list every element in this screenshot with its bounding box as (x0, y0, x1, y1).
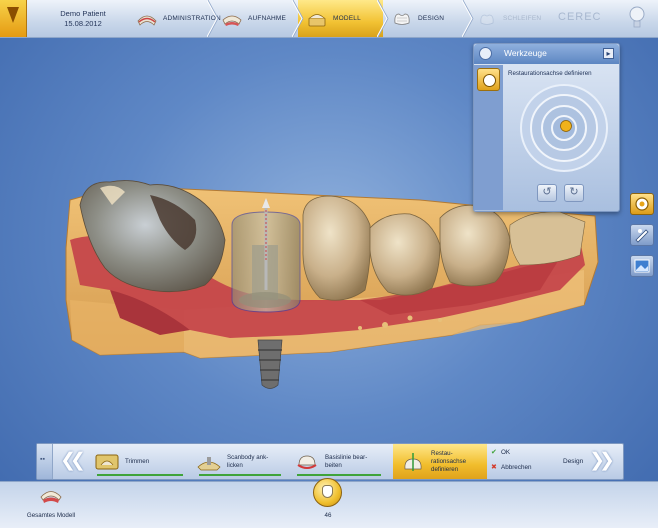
tab-separator (207, 0, 219, 37)
check-icon: ✔ (491, 449, 497, 456)
ok-label: OK (501, 449, 511, 456)
model-icon (308, 13, 326, 26)
tab-separator (292, 0, 304, 37)
rotate-right-button[interactable]: ↻ (564, 184, 584, 202)
rotate-left-button[interactable]: ↺ (537, 184, 557, 202)
previous-step-button[interactable]: ❮❮ (57, 450, 86, 472)
crown-design-icon (394, 13, 410, 25)
step-basislinie-bearbeiten[interactable]: Basislinie bear-beiten (293, 444, 385, 479)
tab-design[interactable]: DESIGN (383, 0, 474, 37)
tab-aufnahme-label: AUFNAHME (248, 15, 287, 22)
tools-toggle-button[interactable] (630, 193, 654, 215)
full-model-label: Gesamtes Modell (26, 512, 76, 519)
step-bar: ▪▪ ❮❮ Trimmen Scanbody ank-licken Basisl… (36, 443, 624, 480)
exit-button[interactable] (0, 0, 27, 37)
jaw-icon (137, 15, 157, 26)
tab-administration[interactable]: ADMINISTRATION (128, 0, 221, 37)
baseline-icon (297, 455, 317, 469)
axis-tool-icon (483, 74, 496, 87)
step-complete-indicator (297, 474, 381, 476)
lightbulb-icon[interactable] (628, 4, 646, 32)
restoration-axis-icon (404, 452, 422, 471)
step-actions: ✔ OK ✖ Abbrechen (487, 444, 535, 479)
full-model-icon[interactable] (39, 485, 63, 505)
patient-name: Demo Patient (60, 9, 106, 18)
collapse-panel-button[interactable]: ▸ (603, 48, 614, 59)
premolar-tooth-1 (302, 195, 371, 301)
patient-date: 15.08.2012 (64, 19, 102, 28)
tab-aufnahme[interactable]: AUFNAHME (213, 0, 304, 37)
tab-separator (462, 0, 474, 37)
step-complete-indicator (199, 474, 281, 476)
step-menu-button[interactable]: ▪▪ (37, 444, 53, 479)
gear-icon (635, 197, 649, 211)
molar-tooth-2 (439, 204, 511, 287)
scanbody-click-icon (197, 456, 221, 470)
step-trimmen-label: Trimmen (125, 457, 150, 465)
axis-rotation-dial[interactable] (519, 83, 609, 173)
view-options-button[interactable] (630, 224, 654, 246)
step-scanbody-anklicken[interactable]: Scanbody ank-licken (195, 444, 285, 479)
view-icon (635, 229, 649, 243)
step-scanbody-label: Scanbody ank-licken (227, 453, 269, 469)
scan-jaw-icon (222, 15, 242, 26)
image-icon (634, 259, 650, 273)
tab-schleifen[interactable]: SCHLEIFEN (468, 0, 553, 37)
premolar-tooth-2 (369, 213, 441, 296)
step-trimmen[interactable]: Trimmen (93, 444, 187, 479)
cancel-label: Abbrechen (501, 464, 532, 471)
patient-info[interactable]: Demo Patient 15.08.2012 (48, 9, 118, 29)
step-basislinie-label: Basislinie bear-beiten (325, 453, 368, 469)
tool-description: Restaurationsachse definieren (508, 70, 592, 77)
ok-button[interactable]: ✔ OK (491, 449, 510, 456)
implant-screw (257, 339, 283, 389)
tab-modell[interactable]: MODELL (298, 0, 389, 37)
phase-tabs: ADMINISTRATION AUFNAHME MODELL DESIGN SC… (128, 0, 553, 37)
next-step-button[interactable]: ❯❯ (586, 450, 615, 472)
next-phase-label[interactable]: Design (563, 458, 583, 465)
step-complete-indicator (97, 474, 183, 476)
screenshot-button[interactable] (630, 255, 654, 277)
tools-panel-title: Werkzeuge (504, 48, 547, 58)
trim-icon (95, 454, 119, 469)
restoration-axis-tool-button[interactable] (477, 68, 500, 91)
footer-bar: Gesamtes Modell 46 (0, 478, 658, 528)
tab-schleifen-label: SCHLEIFEN (503, 15, 542, 22)
tools-panel: Werkzeuge ▸ Restaurationsachse definiere… (473, 43, 620, 212)
brand-logo: CEREC (558, 11, 602, 23)
tooth-selector-button[interactable] (313, 478, 342, 507)
tab-separator (377, 0, 389, 37)
tools-icon (479, 47, 492, 60)
tab-modell-label: MODELL (333, 15, 361, 22)
phase-bar: Demo Patient 15.08.2012 ADMINISTRATION A… (0, 0, 658, 38)
tooth-number: 46 (324, 512, 332, 519)
exit-arrow-icon (7, 7, 19, 23)
tab-design-label: DESIGN (418, 15, 445, 22)
cancel-x-icon: ✖ (491, 464, 497, 471)
tools-sidebar (474, 65, 503, 210)
tooth-icon (322, 485, 333, 498)
step-restaurationsachse-definieren[interactable]: Restau-rationsachse definieren (393, 444, 487, 479)
menu-dots-icon: ▪▪ (40, 456, 45, 463)
milling-icon (480, 14, 494, 25)
cancel-button[interactable]: ✖ Abbrechen (491, 464, 531, 471)
tools-panel-header: Werkzeuge ▸ (474, 44, 619, 64)
step-restaurationsachse-label: Restau-rationsachse definieren (431, 449, 467, 473)
